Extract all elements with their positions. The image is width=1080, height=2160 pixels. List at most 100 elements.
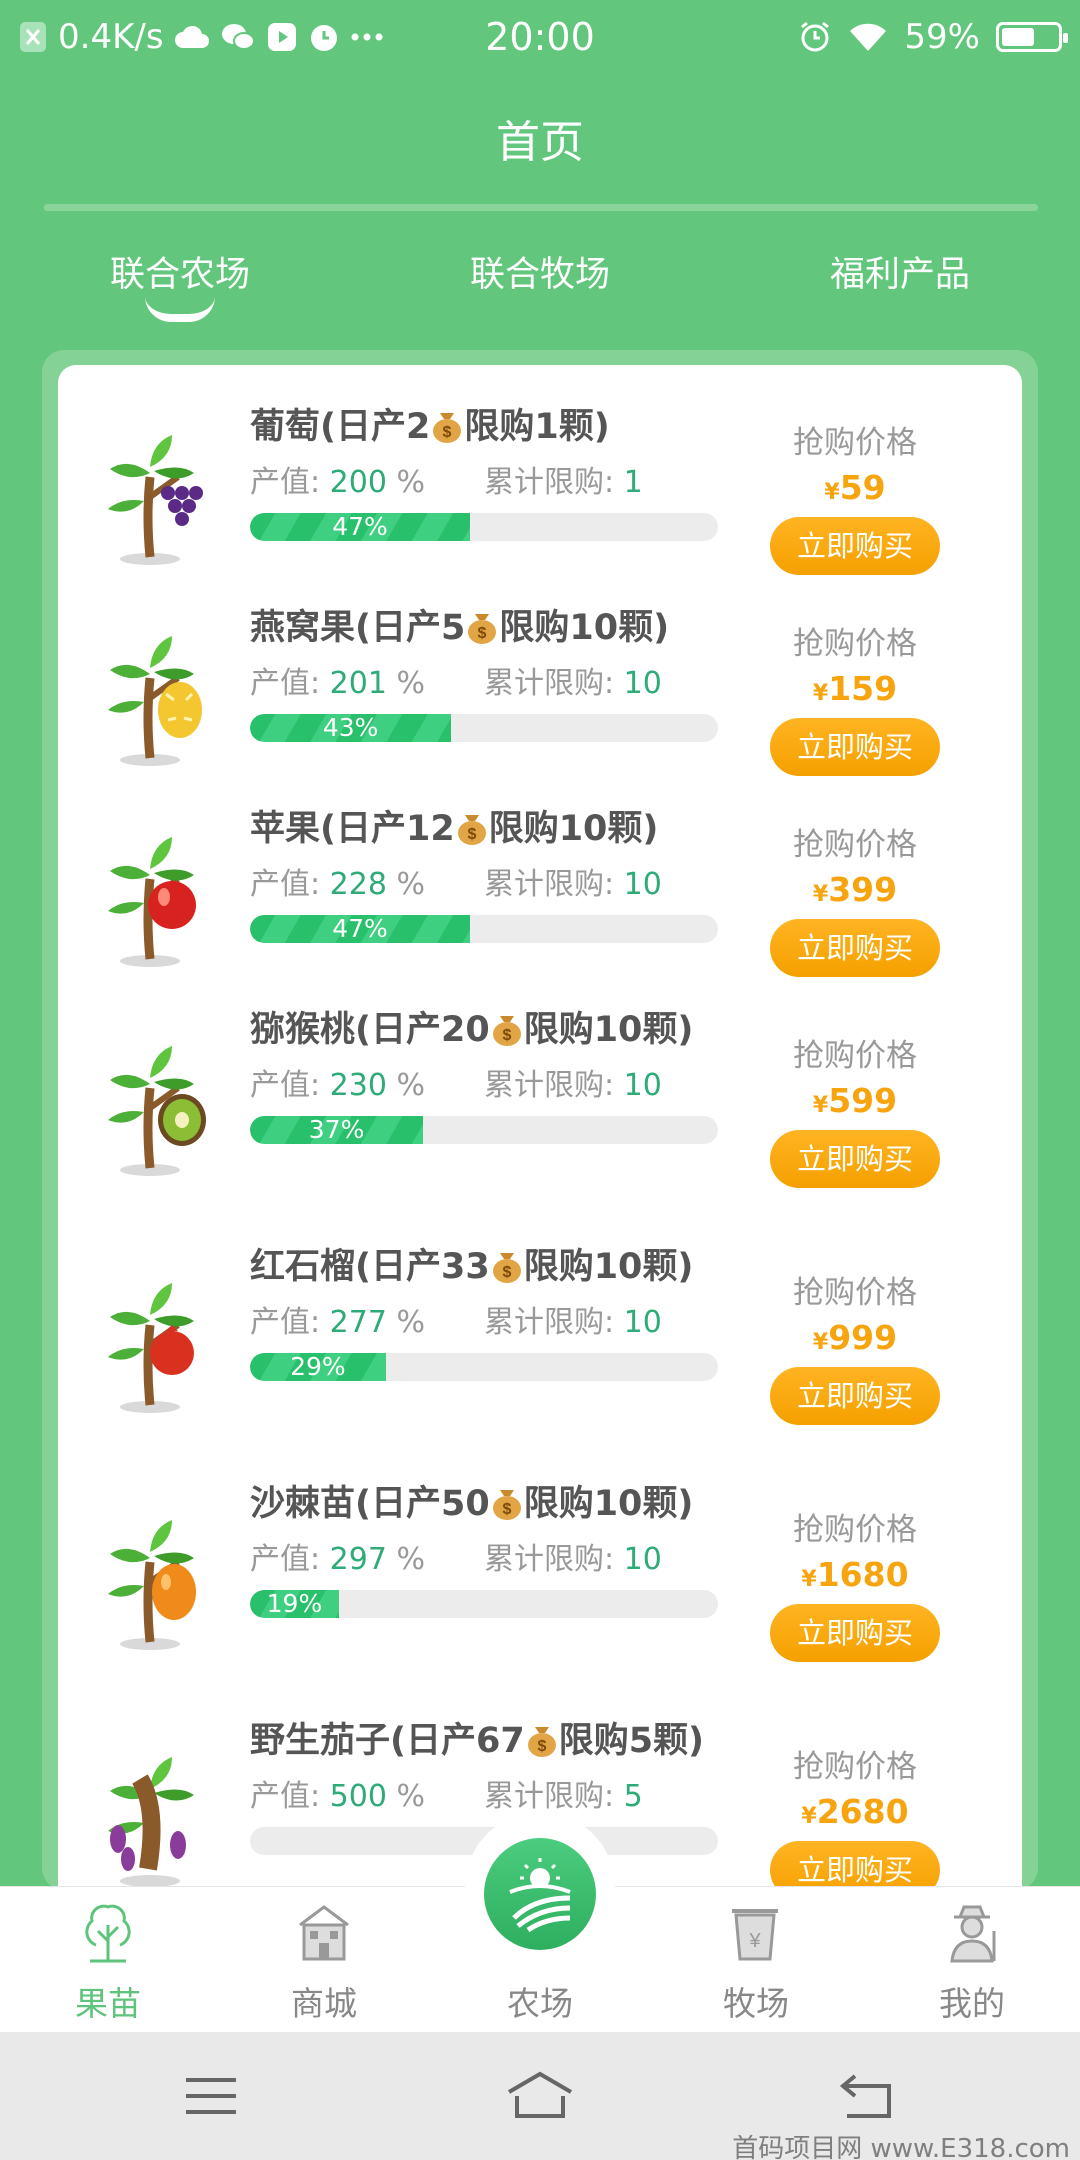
progress-bar: 29%	[250, 1353, 718, 1381]
home-icon[interactable]	[505, 2066, 575, 2126]
buy-now-button[interactable]: 立即购买	[770, 919, 940, 977]
output-label: 产值:	[250, 666, 321, 701]
battery-icon	[996, 22, 1068, 52]
pitaya-tree-icon	[108, 636, 202, 766]
buy-now-button[interactable]: 立即购买	[770, 517, 940, 575]
back-icon[interactable]	[833, 2066, 903, 2126]
price-title: 抢购价格	[793, 1275, 917, 1311]
product-name: 红石榴(日产33 $ 限购10颗)	[250, 1247, 694, 1287]
nav-item-seedlings[interactable]: 果苗	[0, 1887, 216, 2033]
page-title: 首页	[496, 117, 584, 168]
buy-now-button[interactable]: 立即购买	[770, 718, 940, 776]
wechat-icon	[220, 21, 256, 53]
farm-center-button[interactable]	[484, 1838, 596, 1950]
product-list: 葡萄(日产2 $ 限购1颗) 产值: 200 % 累计限购: 1 47% 抢购价格 ¥59 立即…	[58, 365, 1022, 1890]
product-name: 苹果(日产12 $ 限购10颗)	[250, 809, 659, 849]
wifi-icon	[848, 21, 888, 53]
tab-label: 联合牧场	[469, 255, 610, 295]
video-icon	[266, 21, 298, 53]
money-bag-icon: $	[492, 1253, 521, 1283]
output-unit: %	[396, 1068, 425, 1103]
progress-bar: 37%	[250, 1116, 718, 1144]
price: ¥2680	[801, 1792, 909, 1831]
tab-joint-pasture[interactable]: 联合牧场	[360, 232, 720, 332]
tab-label: 福利产品	[829, 255, 970, 295]
output-number: 297	[329, 1542, 387, 1577]
price: ¥1680	[801, 1555, 909, 1594]
progress-bar: 43%	[250, 714, 718, 742]
limit-label: 累计限购:	[484, 1779, 615, 1814]
header-divider	[44, 204, 1038, 211]
limit-number: 10	[623, 1068, 662, 1103]
more-icon	[350, 32, 384, 42]
price-title: 抢购价格	[793, 626, 917, 662]
output-unit: %	[396, 867, 425, 902]
output-value: 产值: 228 %	[250, 859, 484, 903]
output-number: 200	[329, 465, 387, 500]
buckthorn-tree-icon	[108, 1520, 196, 1650]
svg-text:$: $	[478, 625, 487, 642]
output-unit: %	[396, 1542, 425, 1577]
money-bag-icon: $	[492, 1490, 521, 1520]
limit-label: 累计限购:	[484, 666, 615, 701]
tab-joint-farm[interactable]: 联合农场	[0, 232, 360, 332]
product-item[interactable]: 红石榴(日产33 $ 限购10颗) 产值: 277 % 累计限购: 10 29% 抢购价格 ¥…	[58, 1247, 1022, 1483]
svg-text:$: $	[443, 424, 452, 441]
purchase-limit: 累计限购: 5	[484, 1771, 643, 1815]
progress-label: 43%	[322, 714, 379, 742]
purchase-limit: 累计限购: 10	[484, 658, 662, 702]
clock: 20:00	[485, 15, 595, 59]
money-bag-icon: $	[527, 1727, 556, 1757]
price-title: 抢购价格	[793, 827, 917, 863]
alarm-clock-icon	[798, 20, 832, 54]
progress-label: 47%	[332, 915, 388, 943]
output-number: 277	[329, 1305, 387, 1340]
money-bag-icon: $	[433, 413, 462, 443]
purchase-limit: 累计限购: 10	[484, 1297, 662, 1341]
output-number: 201	[329, 666, 387, 701]
nav-label: 农场	[507, 1984, 573, 2023]
output-value: 产值: 200 %	[250, 457, 484, 501]
purchase-limit: 累计限购: 1	[484, 457, 643, 501]
progress-label: 37%	[308, 1116, 365, 1144]
progress-label: 19%	[266, 1590, 323, 1618]
buy-now-button[interactable]: 立即购买	[770, 1841, 940, 1890]
nav-item-pasture[interactable]: ¥ 牧场	[648, 1887, 864, 2033]
progress-bar: 47%	[250, 915, 718, 943]
pomegranate-tree-icon	[108, 1283, 194, 1413]
nav-label: 牧场	[723, 1984, 789, 2023]
buy-now-button[interactable]: 立即购买	[770, 1367, 940, 1425]
limit-label: 累计限购:	[484, 867, 615, 902]
buy-now-button[interactable]: 立即购买	[770, 1130, 940, 1188]
price-title: 抢购价格	[793, 1749, 917, 1785]
output-label: 产值:	[250, 465, 321, 500]
price: ¥159	[812, 669, 898, 708]
limit-label: 累计限购:	[484, 1542, 615, 1577]
purchase-limit: 累计限购: 10	[484, 1060, 662, 1104]
output-label: 产值:	[250, 867, 321, 902]
product-item[interactable]: 猕猴桃(日产20 $ 限购10颗) 产值: 230 % 累计限购: 10 37% 抢购价格 ¥…	[58, 1010, 1022, 1246]
output-number: 230	[329, 1068, 387, 1103]
money-bag-icon: $	[468, 614, 497, 644]
progress-bar: 19%	[250, 1590, 718, 1618]
tab-label: 联合农场	[109, 255, 250, 295]
svg-text:$: $	[502, 1501, 511, 1518]
network-speed: 0.4K/s	[58, 17, 164, 57]
output-unit: %	[396, 465, 425, 500]
product-item[interactable]: 沙棘苗(日产50 $ 限购10颗) 产值: 297 % 累计限购: 10 19% 抢购价格 ¥…	[58, 1484, 1022, 1720]
limit-number: 1	[623, 465, 643, 500]
tab-welfare-products[interactable]: 福利产品	[720, 232, 1080, 332]
money-bag-icon: $	[457, 815, 486, 845]
buy-now-button[interactable]: 立即购买	[770, 1604, 940, 1662]
product-name: 野生茄子(日产67 $ 限购5颗)	[250, 1721, 705, 1761]
purchase-limit: 累计限购: 10	[484, 859, 662, 903]
nav-label: 商城	[291, 1984, 357, 2023]
output-value: 产值: 500 %	[250, 1771, 484, 1815]
battery-percent: 59%	[904, 17, 980, 57]
price: ¥59	[824, 468, 886, 507]
menu-icon[interactable]	[176, 2066, 246, 2126]
nav-item-mine[interactable]: 我的	[864, 1887, 1080, 2033]
nav-item-mall[interactable]: 商城	[216, 1887, 432, 2033]
limit-number: 10	[623, 666, 662, 701]
nav-label: 我的	[939, 1984, 1005, 2023]
